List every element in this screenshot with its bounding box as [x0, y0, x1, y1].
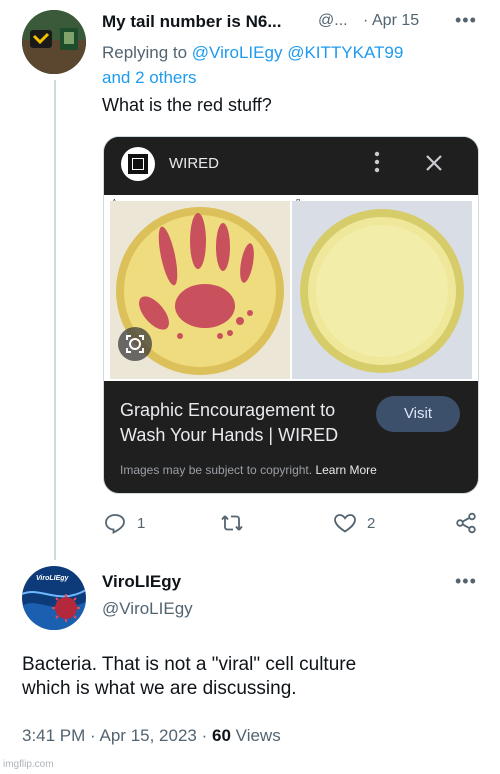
share-icon [456, 512, 476, 534]
card-menu-icon[interactable] [374, 151, 380, 173]
card-header: WIRED [104, 137, 478, 191]
card-copyright-text: Images may be subject to copyright. [120, 463, 313, 477]
retweet-icon [221, 515, 243, 531]
card-title-line1[interactable]: Graphic Encouragement to [120, 400, 335, 421]
avatar-image [22, 10, 86, 74]
wired-logo-icon [121, 147, 155, 181]
like-count: 2 [367, 515, 376, 532]
thread-connector-line [54, 80, 56, 560]
heart-icon [334, 514, 356, 533]
card-learn-more-link[interactable]: Learn More [315, 463, 376, 477]
main-tweet-text-line1: Bacteria. That is not a "viral" cell cul… [22, 654, 357, 675]
main-tweet-time[interactable]: 3:41 PM [22, 726, 85, 745]
main-author-avatar[interactable]: ViroLIEgy [22, 566, 86, 630]
like-button[interactable] [333, 512, 357, 539]
replying-to-line: Replying to @ViroLIEgy @KITTYKAT99 and 2… [102, 40, 462, 90]
retweet-button[interactable] [220, 512, 244, 539]
reply-author-avatar[interactable] [22, 10, 86, 74]
meta-separator: · [90, 726, 96, 745]
reply-count: 1 [137, 515, 146, 532]
card-close-icon[interactable] [424, 153, 444, 178]
reply-separator: · [363, 12, 369, 29]
views-label: Views [235, 726, 281, 745]
reply-author-handle[interactable]: @... [318, 12, 348, 30]
reply-button[interactable] [104, 512, 126, 539]
card-copyright-line: Images may be subject to copyright. Lear… [120, 463, 377, 477]
main-tweet-date[interactable]: Apr 15, 2023 [100, 726, 197, 745]
lens-search-icon[interactable] [118, 327, 152, 361]
reply-more-button[interactable]: ••• [455, 10, 477, 31]
main-tweet-text-line2: which is what we are discussing. [22, 678, 297, 699]
main-author-name[interactable]: ViroLIEgy [102, 572, 181, 592]
card-title-line2[interactable]: Wash Your Hands | WIRED [120, 425, 338, 446]
main-more-button[interactable]: ••• [455, 571, 477, 592]
reply-author-name[interactable]: My tail number is N6... [102, 12, 282, 32]
reply-date[interactable]: Apr 15 [372, 12, 419, 30]
avatar-text: ViroLIEgy [36, 575, 69, 582]
views-count: 60 [212, 726, 231, 745]
wired-link-card[interactable]: WIRED A B [103, 136, 479, 494]
main-tweet-meta: 3:41 PM · Apr 15, 2023 · 60 Views [22, 726, 281, 746]
reply-icon [105, 514, 125, 534]
meta-separator-2: · [201, 726, 208, 745]
card-visit-button[interactable]: Visit [376, 396, 460, 432]
main-tweet-text: Bacteria. That is not a "viral" cell cul… [22, 653, 482, 701]
card-source-name: WIRED [169, 155, 219, 172]
petri-dish-clean-image [292, 201, 472, 379]
replying-to-prefix: Replying to [102, 43, 188, 62]
reply-text: What is the red stuff? [102, 95, 272, 115]
mention-virolieGy[interactable]: @ViroLIEgy [192, 43, 283, 62]
main-author-handle[interactable]: @ViroLIEgy [102, 599, 193, 619]
imgflip-watermark: imgflip.com [3, 759, 54, 770]
share-button[interactable] [455, 512, 477, 539]
mention-kittykat99[interactable]: @KITTYKAT99 [287, 43, 403, 62]
mention-others[interactable]: and 2 others [102, 68, 197, 87]
